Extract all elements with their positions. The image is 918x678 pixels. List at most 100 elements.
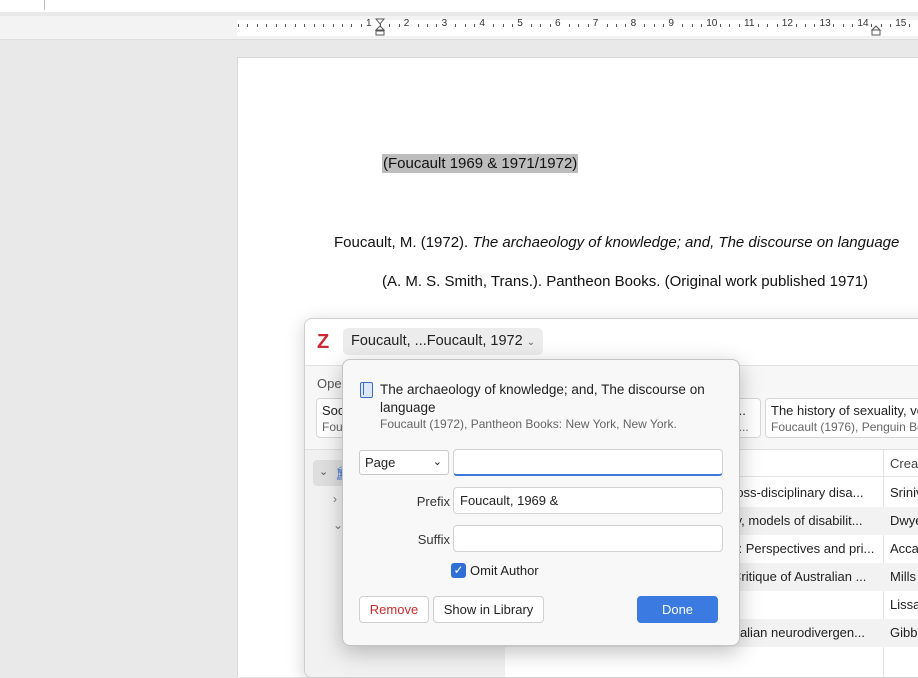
ruler-tick: [493, 24, 495, 27]
row-creator: Mills: [890, 569, 916, 584]
column-header-creator[interactable]: Creat: [890, 456, 918, 471]
ruler-tick: [814, 24, 816, 27]
ruler-tick: [323, 24, 325, 27]
ruler-tick: [417, 24, 419, 27]
item-title: The archaeology of knowledge; and, The d…: [380, 382, 705, 415]
chevron-right-icon[interactable]: ›: [333, 492, 337, 506]
ruler-tick: [625, 24, 627, 27]
right-indent-marker-icon[interactable]: [871, 18, 881, 36]
reference-line-2: (A. M. S. Smith, Trans.). Pantheon Books…: [382, 273, 869, 290]
prefix-input[interactable]: [453, 487, 723, 514]
ruler-tick: [644, 24, 646, 27]
row-creator: Dwye: [890, 513, 918, 528]
ruler: 1 2 3 4 5 6 7 8 9 10 11 12 13 14 15: [0, 16, 918, 40]
row-creator: Gibb: [890, 625, 918, 640]
ruler-tick: [455, 24, 457, 27]
citation-item-popup: The archaeology of knowledge; and, The d…: [342, 359, 740, 646]
ruler-tick: [313, 24, 315, 27]
indent-marker-icon[interactable]: [375, 18, 385, 36]
ruler-tick: [805, 24, 806, 27]
ruler-tick: [275, 24, 277, 27]
ruler-tick: [908, 24, 910, 27]
show-in-library-button[interactable]: Show in Library: [433, 596, 544, 623]
inline-citation-text: (Foucault 1969 & 1971/1972): [382, 154, 579, 173]
card-subtitle: Fou: [322, 420, 343, 434]
ruler-number: 13: [819, 18, 831, 29]
ruler-tick: [512, 24, 514, 27]
done-button[interactable]: Done: [637, 596, 718, 623]
ruler-tick: [341, 24, 343, 27]
ruler-tick: [606, 24, 608, 27]
row-creator: Lissa: [890, 597, 918, 612]
ruler-tick: [663, 24, 665, 27]
row-creator: Acca: [890, 541, 918, 556]
ruler-tick: [238, 24, 239, 27]
ruler-tick: [266, 24, 268, 27]
ruler-tick: [549, 24, 551, 27]
ruler-tick: [540, 24, 542, 27]
ruler-tick: [776, 24, 778, 27]
ruler-tick: [890, 24, 892, 27]
ruler-tick: [294, 24, 296, 27]
ruler-tick: [587, 24, 589, 27]
ruler-tick: [427, 24, 428, 27]
row-title: ross-disciplinary disa...: [732, 485, 864, 500]
ruler-number: 10: [706, 18, 718, 29]
suffix-label: Suffix: [417, 532, 450, 547]
chevron-down-icon: ⌄: [526, 337, 536, 348]
ruler-tick: [256, 24, 258, 27]
ruler-number: 4: [479, 18, 485, 29]
omit-author-checkbox[interactable]: ✓: [451, 563, 466, 578]
prefix-label: Prefix: [416, 494, 450, 509]
ruler-tick: [757, 24, 759, 27]
ruler-tick: [616, 24, 617, 27]
row-title: s: Perspectives and pri...: [732, 541, 875, 556]
ruler-number: 12: [781, 18, 793, 29]
suffix-input[interactable]: [453, 525, 723, 552]
top-strip: [0, 0, 918, 12]
citation-bubble[interactable]: Foucault, ...Foucault, 1972 ⌄: [343, 328, 544, 355]
ruler-tick: [436, 24, 438, 27]
ruler-tick: [701, 24, 703, 27]
ruler-tick: [332, 24, 334, 27]
reference-line-1: Foucault, M. (1972). The archaeology of …: [334, 234, 899, 251]
ruler-track: [237, 20, 918, 36]
remove-button[interactable]: Remove: [359, 596, 429, 623]
chevron-down-icon: ⌄: [432, 456, 442, 468]
zotero-logo-icon: Z: [317, 331, 330, 353]
card-subtitle: Foucault (1976), Penguin Boo: [771, 420, 918, 434]
open-item-card[interactable]: The history of sexuality, vo Foucault (1…: [765, 398, 918, 438]
reference-title: The archaeology of knowledge; and, The d…: [472, 234, 900, 251]
card-title: The history of sexuality, vo: [771, 403, 918, 418]
ruler-tick: [530, 24, 532, 27]
locator-select-label: Page: [365, 455, 396, 470]
locator-select[interactable]: Page ⌄: [359, 450, 449, 475]
ruler-tick: [871, 24, 873, 27]
ruler-tick: [880, 24, 882, 27]
locator-input[interactable]: [453, 449, 723, 476]
ruler-tick: [842, 24, 844, 27]
book-icon: [360, 382, 373, 398]
row-title: ty, models of disabilit...: [732, 513, 863, 528]
ruler-tick: [852, 24, 854, 27]
ruler-tick: [729, 24, 731, 27]
chevron-down-icon[interactable]: ⌄: [319, 465, 328, 478]
ruler-tick: [474, 24, 476, 27]
ruler-tick: [691, 24, 693, 27]
ruler-tick: [767, 24, 769, 27]
ruler-tick: [738, 24, 740, 27]
ruler-tick: [833, 24, 835, 27]
ruler-tick: [398, 24, 400, 27]
ruler-number: 6: [555, 18, 561, 29]
ruler-number: 15: [895, 18, 907, 29]
ruler-tick: [464, 24, 466, 27]
ruler-tick: [795, 24, 797, 27]
omit-author-label[interactable]: Omit Author: [470, 563, 539, 578]
ruler-tick: [682, 24, 684, 27]
ruler-number: 8: [630, 18, 637, 29]
ruler-number: 7: [592, 18, 599, 29]
ruler-tick: [360, 24, 362, 27]
ruler-number: 1: [366, 18, 372, 29]
inline-citation[interactable]: (Foucault 1969 & 1971/1972): [382, 154, 579, 173]
ruler-tick: [247, 24, 249, 27]
